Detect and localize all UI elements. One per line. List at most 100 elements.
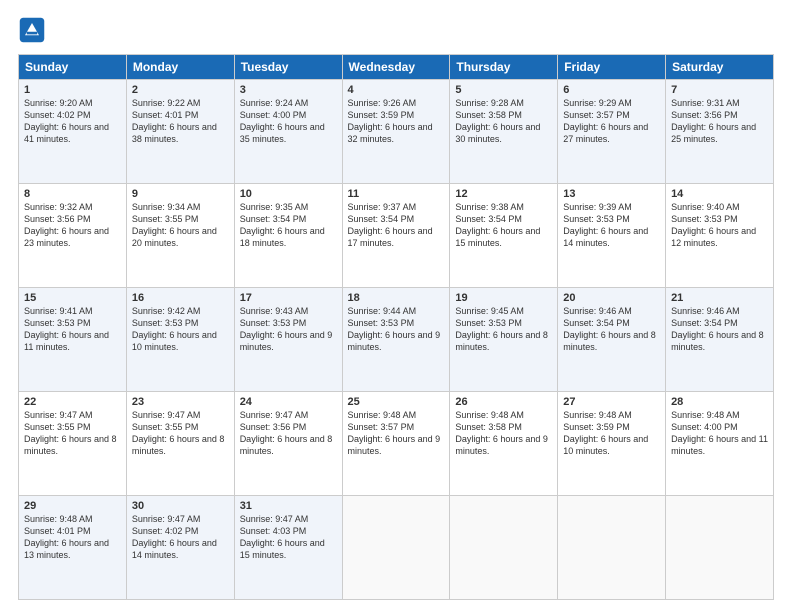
col-header-wednesday: Wednesday: [342, 55, 450, 80]
calendar-cell: 2 Sunrise: 9:22 AMSunset: 4:01 PMDaylight…: [126, 80, 234, 184]
calendar-cell: 14 Sunrise: 9:40 AMSunset: 3:53 PMDayligh…: [666, 184, 774, 288]
day-number: 16: [132, 292, 229, 304]
cell-info: Sunrise: 9:48 AMSunset: 3:58 PMDaylight:…: [455, 410, 548, 456]
calendar-cell: 28 Sunrise: 9:48 AMSunset: 4:00 PMDayligh…: [666, 392, 774, 496]
calendar-cell: 4 Sunrise: 9:26 AMSunset: 3:59 PMDaylight…: [342, 80, 450, 184]
week-row-4: 22 Sunrise: 9:47 AMSunset: 3:55 PMDayligh…: [19, 392, 774, 496]
calendar-cell: [342, 496, 450, 600]
day-number: 4: [348, 84, 445, 96]
header: [18, 16, 774, 44]
calendar-cell: 24Sunrise: 9:47 AMSunset: 3:56 PMDayligh…: [234, 392, 342, 496]
cell-info: Sunrise: 9:38 AMSunset: 3:54 PMDaylight:…: [455, 202, 540, 248]
day-number: 9: [132, 188, 229, 200]
calendar-cell: 12Sunrise: 9:38 AMSunset: 3:54 PMDayligh…: [450, 184, 558, 288]
calendar-cell: 20Sunrise: 9:46 AMSunset: 3:54 PMDayligh…: [558, 288, 666, 392]
calendar-cell: 26 Sunrise: 9:48 AMSunset: 3:58 PMDayligh…: [450, 392, 558, 496]
cell-info: Sunrise: 9:20 AMSunset: 4:02 PMDaylight:…: [24, 98, 109, 144]
cell-info: Sunrise: 9:34 AMSunset: 3:55 PMDaylight:…: [132, 202, 217, 248]
day-number: 21: [671, 292, 768, 304]
cell-info: Sunrise: 9:31 AMSunset: 3:56 PMDaylight:…: [671, 98, 756, 144]
calendar-cell: 9 Sunrise: 9:34 AMSunset: 3:55 PMDaylight…: [126, 184, 234, 288]
calendar-cell: 25Sunrise: 9:48 AMSunset: 3:57 PMDayligh…: [342, 392, 450, 496]
day-number: 27: [563, 396, 660, 408]
calendar-header-row: SundayMondayTuesdayWednesdayThursdayFrid…: [19, 55, 774, 80]
calendar-cell: 8 Sunrise: 9:32 AMSunset: 3:56 PMDaylight…: [19, 184, 127, 288]
calendar-cell: 13 Sunrise: 9:39 AMSunset: 3:53 PMDayligh…: [558, 184, 666, 288]
calendar-cell: 18Sunrise: 9:44 AMSunset: 3:53 PMDayligh…: [342, 288, 450, 392]
calendar-table: SundayMondayTuesdayWednesdayThursdayFrid…: [18, 54, 774, 600]
cell-info: Sunrise: 9:26 AMSunset: 3:59 PMDaylight:…: [348, 98, 433, 144]
calendar-cell: 11Sunrise: 9:37 AMSunset: 3:54 PMDayligh…: [342, 184, 450, 288]
cell-info: Sunrise: 9:47 AMSunset: 3:55 PMDaylight:…: [132, 410, 225, 456]
day-number: 24: [240, 396, 337, 408]
cell-info: Sunrise: 9:47 AMSunset: 4:02 PMDaylight:…: [132, 514, 217, 560]
calendar-cell: 17 Sunrise: 9:43 AMSunset: 3:53 PMDayligh…: [234, 288, 342, 392]
cell-info: Sunrise: 9:45 AMSunset: 3:53 PMDaylight:…: [455, 306, 548, 352]
calendar-cell: 3Sunrise: 9:24 AMSunset: 4:00 PMDaylight…: [234, 80, 342, 184]
day-number: 15: [24, 292, 121, 304]
logo-icon: [18, 16, 46, 44]
logo: [18, 16, 50, 44]
day-number: 26: [455, 396, 552, 408]
col-header-thursday: Thursday: [450, 55, 558, 80]
day-number: 30: [132, 500, 229, 512]
cell-info: Sunrise: 9:41 AMSunset: 3:53 PMDaylight:…: [24, 306, 109, 352]
cell-info: Sunrise: 9:43 AMSunset: 3:53 PMDaylight:…: [240, 306, 333, 352]
day-number: 1: [24, 84, 121, 96]
day-number: 5: [455, 84, 552, 96]
calendar-cell: 16 Sunrise: 9:42 AMSunset: 3:53 PMDayligh…: [126, 288, 234, 392]
cell-info: Sunrise: 9:48 AMSunset: 4:00 PMDaylight:…: [671, 410, 768, 456]
calendar-cell: 22 Sunrise: 9:47 AMSunset: 3:55 PMDayligh…: [19, 392, 127, 496]
calendar-cell: [450, 496, 558, 600]
calendar-cell: 31 Sunrise: 9:47 AMSunset: 4:03 PMDayligh…: [234, 496, 342, 600]
day-number: 7: [671, 84, 768, 96]
cell-info: Sunrise: 9:32 AMSunset: 3:56 PMDaylight:…: [24, 202, 109, 248]
calendar-cell: 23 Sunrise: 9:47 AMSunset: 3:55 PMDayligh…: [126, 392, 234, 496]
calendar-cell: [666, 496, 774, 600]
calendar-cell: 15 Sunrise: 9:41 AMSunset: 3:53 PMDayligh…: [19, 288, 127, 392]
day-number: 8: [24, 188, 121, 200]
day-number: 17: [240, 292, 337, 304]
cell-info: Sunrise: 9:28 AMSunset: 3:58 PMDaylight:…: [455, 98, 540, 144]
calendar-cell: 7 Sunrise: 9:31 AMSunset: 3:56 PMDaylight…: [666, 80, 774, 184]
col-header-friday: Friday: [558, 55, 666, 80]
page: SundayMondayTuesdayWednesdayThursdayFrid…: [0, 0, 792, 612]
week-row-2: 8 Sunrise: 9:32 AMSunset: 3:56 PMDaylight…: [19, 184, 774, 288]
cell-info: Sunrise: 9:22 AMSunset: 4:01 PMDaylight:…: [132, 98, 217, 144]
calendar-cell: 29 Sunrise: 9:48 AMSunset: 4:01 PMDayligh…: [19, 496, 127, 600]
calendar-cell: 30 Sunrise: 9:47 AMSunset: 4:02 PMDayligh…: [126, 496, 234, 600]
calendar-cell: 21 Sunrise: 9:46 AMSunset: 3:54 PMDayligh…: [666, 288, 774, 392]
week-row-3: 15 Sunrise: 9:41 AMSunset: 3:53 PMDayligh…: [19, 288, 774, 392]
cell-info: Sunrise: 9:48 AMSunset: 3:59 PMDaylight:…: [563, 410, 648, 456]
day-number: 3: [240, 84, 337, 96]
day-number: 19: [455, 292, 552, 304]
col-header-monday: Monday: [126, 55, 234, 80]
cell-info: Sunrise: 9:42 AMSunset: 3:53 PMDaylight:…: [132, 306, 217, 352]
calendar-cell: 6Sunrise: 9:29 AMSunset: 3:57 PMDaylight…: [558, 80, 666, 184]
day-number: 13: [563, 188, 660, 200]
week-row-1: 1 Sunrise: 9:20 AMSunset: 4:02 PMDaylight…: [19, 80, 774, 184]
col-header-saturday: Saturday: [666, 55, 774, 80]
calendar-cell: 1 Sunrise: 9:20 AMSunset: 4:02 PMDaylight…: [19, 80, 127, 184]
cell-info: Sunrise: 9:47 AMSunset: 3:55 PMDaylight:…: [24, 410, 117, 456]
day-number: 2: [132, 84, 229, 96]
cell-info: Sunrise: 9:40 AMSunset: 3:53 PMDaylight:…: [671, 202, 756, 248]
cell-info: Sunrise: 9:47 AMSunset: 4:03 PMDaylight:…: [240, 514, 325, 560]
day-number: 31: [240, 500, 337, 512]
day-number: 28: [671, 396, 768, 408]
calendar-cell: 5 Sunrise: 9:28 AMSunset: 3:58 PMDaylight…: [450, 80, 558, 184]
day-number: 23: [132, 396, 229, 408]
cell-info: Sunrise: 9:35 AMSunset: 3:54 PMDaylight:…: [240, 202, 325, 248]
cell-info: Sunrise: 9:46 AMSunset: 3:54 PMDaylight:…: [671, 306, 764, 352]
calendar-cell: [558, 496, 666, 600]
week-row-5: 29 Sunrise: 9:48 AMSunset: 4:01 PMDayligh…: [19, 496, 774, 600]
calendar-cell: 10Sunrise: 9:35 AMSunset: 3:54 PMDayligh…: [234, 184, 342, 288]
day-number: 14: [671, 188, 768, 200]
cell-info: Sunrise: 9:39 AMSunset: 3:53 PMDaylight:…: [563, 202, 648, 248]
cell-info: Sunrise: 9:48 AMSunset: 4:01 PMDaylight:…: [24, 514, 109, 560]
cell-info: Sunrise: 9:46 AMSunset: 3:54 PMDaylight:…: [563, 306, 656, 352]
day-number: 25: [348, 396, 445, 408]
day-number: 22: [24, 396, 121, 408]
calendar-cell: 27 Sunrise: 9:48 AMSunset: 3:59 PMDayligh…: [558, 392, 666, 496]
day-number: 29: [24, 500, 121, 512]
